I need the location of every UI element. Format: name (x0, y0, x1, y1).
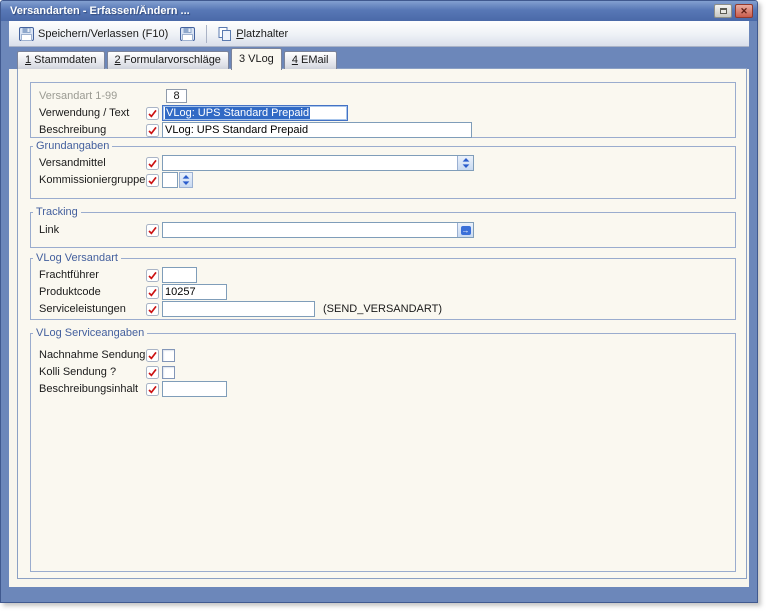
dialog-window: Versandarten - Erfassen/Ändern ... ✕ Spe… (0, 0, 758, 603)
kommissioniergruppe-spinner-button[interactable] (179, 172, 193, 188)
tab-bar: 1 Stammdaten 2 Formularvorschläge 3 VLog… (17, 47, 337, 69)
save-exit-button[interactable]: Speichern/Verlassen (F10) (13, 24, 174, 44)
field-check-icon[interactable] (146, 349, 159, 362)
link-row: Link → (39, 222, 735, 238)
versandart-label: Versandart 1-99 (39, 90, 146, 102)
close-button[interactable]: ✕ (735, 4, 753, 18)
beschreibung-row: Beschreibung (39, 122, 735, 138)
versandart-value: 8 (166, 89, 187, 103)
nachnahme-checkbox[interactable] (162, 349, 175, 362)
tab-email[interactable]: 4 EMail (284, 51, 337, 69)
tab-vlog[interactable]: 3 VLog (231, 48, 282, 70)
beschreibungsinhalt-row: Beschreibungsinhalt (39, 381, 735, 397)
field-check-icon[interactable] (146, 157, 159, 170)
link-field: → (162, 222, 474, 238)
versandart-row: Versandart 1-99 8 (39, 88, 735, 104)
serviceleistungen-input[interactable] (162, 301, 315, 317)
toolbar: Speichern/Verlassen (F10) Platzhalter (9, 21, 749, 47)
tracking-groupbox: Tracking Link → (30, 206, 736, 248)
serviceleistungen-label: Serviceleistungen (39, 303, 146, 315)
copy-icon (218, 27, 232, 41)
frachtfuehrer-row: Frachtführer (39, 267, 735, 283)
kommissioniergruppe-label: Kommissioniergruppe (39, 174, 146, 186)
field-check-icon[interactable] (146, 224, 159, 237)
link-label: Link (39, 224, 146, 236)
verwendung-input[interactable]: VLog: UPS Standard Prepaid (162, 105, 348, 121)
versandmittel-input[interactable] (163, 156, 457, 170)
verwendung-row: Verwendung / Text VLog: UPS Standard Pre… (39, 105, 735, 121)
serviceleistungen-suffix: (SEND_VERSANDART) (323, 303, 442, 315)
save-icon-button[interactable] (174, 24, 201, 44)
vlog-versandart-groupbox: VLog Versandart Frachtführer Produktcode… (30, 252, 736, 320)
arrow-right-icon: → (461, 226, 471, 235)
close-icon: ✕ (740, 7, 748, 16)
versandmittel-dropdown-button[interactable] (457, 156, 473, 170)
titlebar: Versandarten - Erfassen/Ändern ... ✕ (1, 1, 757, 21)
tab-page-vlog: Versandart 1-99 8 Verwendung / Text VLog… (17, 68, 747, 579)
field-check-icon[interactable] (146, 303, 159, 316)
kolli-row: Kolli Sendung ? (39, 364, 735, 380)
field-check-icon[interactable] (146, 366, 159, 379)
beschreibung-input[interactable] (162, 122, 472, 138)
vlog-serviceangaben-groupbox: VLog Serviceangaben Nachnahme Sendung ? … (30, 327, 736, 572)
grundangaben-legend: Grundangaben (33, 140, 112, 152)
tab-formularvorschlaege[interactable]: 2 Formularvorschläge (107, 51, 229, 69)
kolli-label: Kolli Sendung ? (39, 366, 146, 378)
kommissioniergruppe-input[interactable] (162, 172, 178, 188)
link-input[interactable] (163, 223, 457, 237)
save-icon (19, 27, 34, 41)
toolbar-separator (206, 25, 207, 43)
beschreibungsinhalt-label: Beschreibungsinhalt (39, 383, 146, 395)
window-title: Versandarten - Erfassen/Ändern ... (10, 5, 711, 17)
platzhalter-label: Platzhalter (236, 28, 288, 40)
up-down-arrows-icon (462, 158, 470, 168)
field-check-icon[interactable] (146, 269, 159, 282)
grundangaben-groupbox: Grundangaben Versandmittel Kommissionier… (30, 140, 736, 199)
client-area: Speichern/Verlassen (F10) Platzhalter 1 … (9, 21, 749, 587)
save-icon (180, 27, 195, 41)
field-check-icon[interactable] (146, 124, 159, 137)
selected-text: VLog: UPS Standard Prepaid (165, 107, 310, 119)
field-check-icon[interactable] (146, 383, 159, 396)
field-check-icon[interactable] (146, 107, 159, 120)
beschreibungsinhalt-input[interactable] (162, 381, 227, 397)
versandmittel-combo (162, 155, 474, 171)
verwendung-label: Verwendung / Text (39, 107, 146, 119)
serviceleistungen-row: Serviceleistungen (SEND_VERSANDART) (39, 301, 735, 317)
tab-stammdaten[interactable]: 1 Stammdaten (17, 51, 105, 69)
tracking-legend: Tracking (33, 206, 81, 218)
versandmittel-label: Versandmittel (39, 157, 146, 169)
produktcode-input[interactable] (162, 284, 227, 300)
kommissioniergruppe-row: Kommissioniergruppe (39, 172, 735, 188)
field-check-icon[interactable] (146, 174, 159, 187)
frachtfuehrer-label: Frachtführer (39, 269, 146, 281)
frachtfuehrer-input[interactable] (162, 267, 197, 283)
versandmittel-row: Versandmittel (39, 155, 735, 171)
save-exit-label: Speichern/Verlassen (F10) (38, 28, 168, 40)
vlog-serviceangaben-legend: VLog Serviceangaben (33, 327, 147, 339)
platzhalter-button[interactable]: Platzhalter (212, 24, 294, 44)
field-check-icon[interactable] (146, 286, 159, 299)
produktcode-row: Produktcode (39, 284, 735, 300)
up-down-arrows-icon (182, 175, 190, 185)
link-open-button[interactable]: → (457, 223, 473, 237)
restore-button[interactable] (714, 4, 732, 18)
vlog-versandart-legend: VLog Versandart (33, 252, 121, 264)
restore-icon (720, 8, 727, 14)
produktcode-label: Produktcode (39, 286, 146, 298)
nachnahme-row: Nachnahme Sendung ? (39, 347, 735, 363)
nachnahme-label: Nachnahme Sendung ? (39, 349, 146, 361)
header-groupbox: Versandart 1-99 8 Verwendung / Text VLog… (30, 82, 736, 138)
beschreibung-label: Beschreibung (39, 124, 146, 136)
kolli-checkbox[interactable] (162, 366, 175, 379)
